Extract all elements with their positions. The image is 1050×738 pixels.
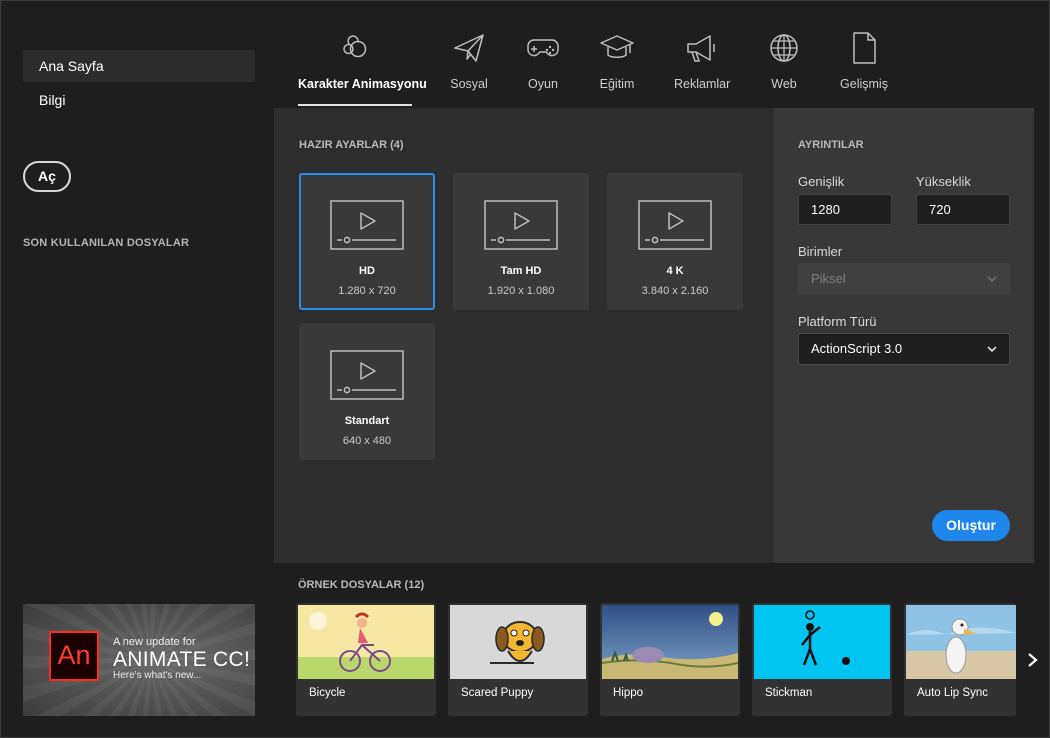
preset-size: 1.920 x 1.080 <box>487 285 555 297</box>
create-button[interactable]: Oluştur <box>932 510 1010 541</box>
video-preset-icon <box>484 200 558 250</box>
width-label: Genişlik <box>798 174 845 189</box>
video-preset-icon <box>330 200 404 250</box>
video-preset-icon <box>638 200 712 250</box>
preset-size: 1.280 x 720 <box>338 285 396 297</box>
sample-hippo[interactable]: Hippo <box>600 603 740 716</box>
presets-title: HAZIR AYARLAR (4) <box>299 139 404 151</box>
sample-auto-lip-sync[interactable]: Auto Lip Sync <box>904 603 1016 716</box>
tab-label: Web <box>771 77 797 91</box>
promo-line1: A new update for <box>113 636 196 648</box>
preset-name: Standart <box>344 415 390 427</box>
animate-logo: An <box>49 631 99 681</box>
sample-label: Auto Lip Sync <box>917 687 988 699</box>
open-button[interactable]: Aç <box>23 161 71 192</box>
details-title: AYRINTILAR <box>798 139 864 151</box>
units-label: Birimler <box>798 244 843 259</box>
preset-size: 3.840 x 2.160 <box>641 285 709 297</box>
sample-scared-puppy[interactable]: Scared Puppy <box>448 603 588 716</box>
tab-character-animation[interactable]: Karakter Animasyonu <box>298 30 427 106</box>
platform-value: ActionScript 3.0 <box>811 341 903 356</box>
sample-label: Scared Puppy <box>461 687 534 699</box>
preset-full-hd[interactable]: Tam HD 1.920 x 1.080 <box>453 173 589 310</box>
chevron-down-icon <box>987 276 997 283</box>
update-promo-banner[interactable]: An A new update for ANIMATE CC! Here's w… <box>23 604 255 716</box>
tab-label: Eğitim <box>599 77 635 91</box>
sample-bicycle[interactable]: Bicycle <box>296 603 436 716</box>
platform-select[interactable]: ActionScript 3.0 <box>798 333 1010 365</box>
units-select: Piksel <box>798 263 1010 295</box>
sample-label: Stickman <box>765 687 813 699</box>
paper-plane-icon <box>454 34 484 62</box>
sidebar-item-learn[interactable]: Bilgi <box>23 84 255 116</box>
bicycle-thumbnail <box>298 605 434 679</box>
preset-hd[interactable]: HD 1.280 x 720 <box>299 173 435 310</box>
preset-size: 640 x 480 <box>342 435 392 447</box>
chevron-right-icon[interactable] <box>1026 652 1040 668</box>
stickman-thumbnail <box>754 605 890 679</box>
tab-label: Sosyal <box>450 77 488 91</box>
preset-standard[interactable]: Standart 640 x 480 <box>299 323 435 460</box>
sidebar-item-label: Ana Sayfa <box>39 58 104 74</box>
tab-ads[interactable]: Reklamlar <box>674 30 731 106</box>
preset-name: 4 K <box>666 265 684 277</box>
hippo-thumbnail <box>602 605 738 679</box>
preset-name: HD <box>359 265 375 277</box>
character-animation-icon <box>343 35 367 58</box>
tab-label: Karakter Animasyonu <box>298 77 427 91</box>
sidebar-item-home[interactable]: Ana Sayfa <box>23 50 255 82</box>
height-input[interactable] <box>916 194 1010 225</box>
puppy-thumbnail <box>450 605 586 679</box>
recent-files-title: SON KULLANILAN DOSYALAR <box>23 237 190 249</box>
megaphone-icon <box>687 35 715 62</box>
sample-label: Hippo <box>613 687 644 699</box>
document-icon <box>853 32 876 64</box>
promo-link: Here's what's new... <box>113 670 202 681</box>
tab-social[interactable]: Sosyal <box>444 30 494 106</box>
sample-label: Bicycle <box>309 687 346 699</box>
sample-files-title: ÖRNEK DOSYALAR (12) <box>298 579 425 591</box>
video-preset-icon <box>330 350 404 400</box>
tab-label: Oyun <box>528 77 558 91</box>
sidebar-item-label: Bilgi <box>39 92 66 108</box>
tab-game[interactable]: Oyun <box>518 30 568 106</box>
globe-icon <box>770 34 798 62</box>
platform-label: Platform Türü <box>798 314 877 329</box>
tab-web[interactable]: Web <box>759 30 809 106</box>
tab-advanced[interactable]: Gelişmiş <box>838 30 890 106</box>
promo-headline: ANIMATE CC! <box>113 648 251 671</box>
preset-name: Tam HD <box>500 265 542 277</box>
sample-stickman[interactable]: Stickman <box>752 603 892 716</box>
tab-label: Reklamlar <box>674 77 731 91</box>
chevron-down-icon <box>987 346 997 353</box>
tab-education[interactable]: Eğitim <box>592 30 642 106</box>
height-label: Yükseklik <box>916 174 971 189</box>
width-input[interactable] <box>798 194 892 225</box>
gamepad-icon <box>527 39 559 57</box>
lip-sync-thumbnail <box>906 605 1016 679</box>
preset-4k[interactable]: 4 K 3.840 x 2.160 <box>607 173 743 310</box>
graduation-cap-icon <box>600 35 634 58</box>
units-value: Piksel <box>811 271 846 286</box>
tab-label: Gelişmiş <box>840 77 888 91</box>
